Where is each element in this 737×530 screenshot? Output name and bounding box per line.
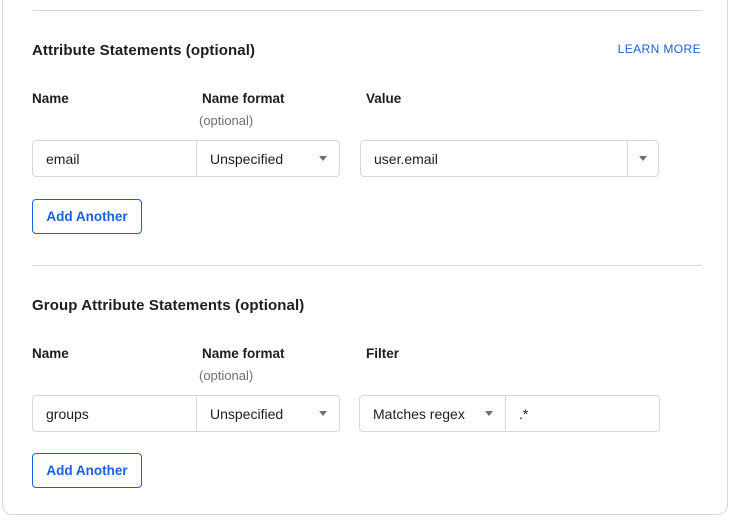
attribute-value-input[interactable] <box>360 140 628 177</box>
chevron-down-icon <box>319 156 327 161</box>
column-label-value: Value <box>366 91 401 107</box>
learn-more-link[interactable]: LEARN MORE <box>618 42 701 57</box>
column-label-name-format: Name format <box>202 346 285 362</box>
group-attribute-statements-title: Group Attribute Statements (optional) <box>32 297 304 315</box>
column-label-name: Name <box>32 91 69 107</box>
column-label-name: Name <box>32 346 69 362</box>
group-attribute-name-input[interactable] <box>32 395 197 432</box>
group-attribute-filter-type-selected: Matches regex <box>373 406 465 422</box>
group-attribute-name-group: Unspecified <box>32 395 340 432</box>
group-attribute-name-format-select[interactable]: Unspecified <box>196 395 340 432</box>
column-sublabel-optional: (optional) <box>199 368 253 384</box>
chevron-down-icon <box>485 411 493 416</box>
group-attribute-filter-group: Matches regex <box>359 395 660 432</box>
attribute-name-group: Unspecified <box>32 140 340 177</box>
column-sublabel-optional: (optional) <box>199 113 253 129</box>
attribute-name-format-select[interactable]: Unspecified <box>196 140 340 177</box>
group-attribute-filter-type-select[interactable]: Matches regex <box>359 395 506 432</box>
attribute-statements-title: Attribute Statements (optional) <box>32 42 255 60</box>
chevron-down-icon <box>319 411 327 416</box>
column-label-name-format: Name format <box>202 91 285 107</box>
add-another-attribute-button[interactable]: Add Another <box>32 199 142 234</box>
attribute-name-input[interactable] <box>32 140 197 177</box>
group-attribute-name-format-selected: Unspecified <box>210 406 283 422</box>
chevron-down-icon <box>639 156 647 161</box>
group-attribute-filter-value-input[interactable] <box>505 395 660 432</box>
attribute-value-dropdown-button[interactable] <box>627 140 659 177</box>
attribute-value-group <box>360 140 659 177</box>
section-divider-top <box>33 10 702 11</box>
section-divider-middle <box>33 265 702 266</box>
add-another-group-attribute-button[interactable]: Add Another <box>32 453 142 488</box>
attribute-name-format-selected: Unspecified <box>210 151 283 167</box>
column-label-filter: Filter <box>366 346 399 362</box>
settings-card <box>2 0 728 515</box>
